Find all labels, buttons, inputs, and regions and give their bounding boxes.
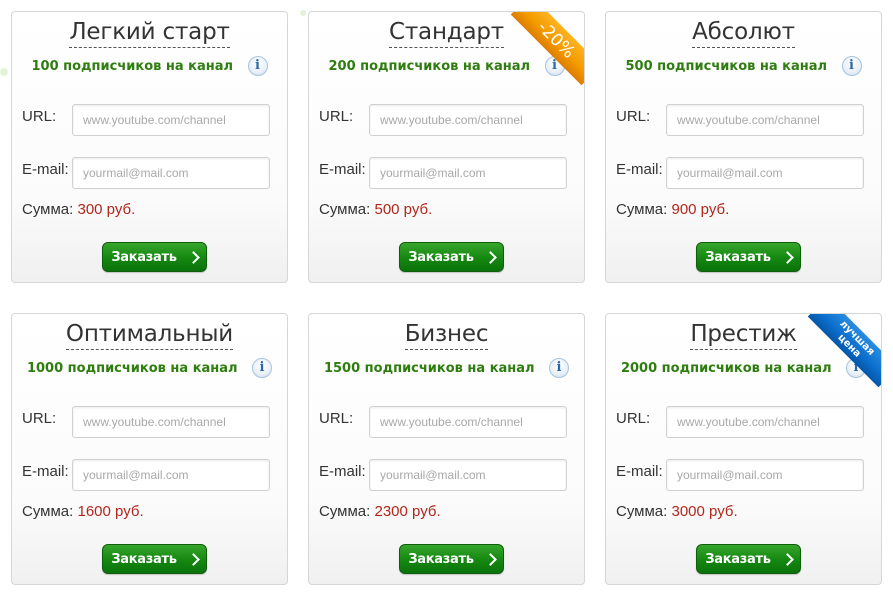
email-label: E-mail: (319, 463, 366, 480)
sum-label: Сумма: (22, 503, 74, 520)
price-value: 3000 руб. (671, 503, 738, 520)
plan-card-light-start: Легкий старт 100 подписчиков на канал i … (11, 11, 288, 283)
order-button[interactable]: Заказать (102, 544, 207, 574)
plan-card-prestige: Престиж 2000 подписчиков на канал i URL:… (605, 313, 882, 585)
email-label: E-mail: (22, 161, 69, 178)
plan-card-optimal: Оптимальный 1000 подписчиков на канал i … (11, 313, 288, 585)
sum-label: Сумма: (616, 201, 668, 218)
email-input[interactable] (72, 459, 270, 491)
info-icon[interactable]: i (252, 358, 273, 378)
info-icon[interactable]: i (247, 56, 268, 76)
price-value: 300 руб. (77, 201, 136, 218)
order-button-label: Заказать (408, 551, 474, 567)
price-value: 500 руб. (374, 201, 433, 218)
url-input[interactable] (72, 104, 270, 136)
url-label: URL: (616, 108, 651, 125)
plan-card-business: Бизнес 1500 подписчиков на канал i URL: … (308, 313, 585, 585)
sum-row: Сумма: 1600 руб. (22, 503, 144, 520)
email-input[interactable] (369, 157, 567, 189)
price-value: 2300 руб. (374, 503, 441, 520)
decorative-dot (0, 68, 8, 76)
plan-title[interactable]: Легкий старт (69, 18, 230, 48)
price-value: 1600 руб. (77, 503, 144, 520)
order-button[interactable]: Заказать (696, 544, 801, 574)
order-button-label: Заказать (705, 249, 771, 265)
url-label: URL: (319, 108, 354, 125)
plan-card-absolute: Абсолют 500 подписчиков на канал i URL: … (605, 11, 882, 283)
chevron-right-icon (186, 552, 200, 566)
sum-row: Сумма: 900 руб. (616, 201, 729, 218)
subscribers-row: 100 подписчиков на канал i (12, 56, 287, 76)
order-button[interactable]: Заказать (102, 242, 207, 272)
price-value: 900 руб. (671, 201, 730, 218)
url-label: URL: (319, 410, 354, 427)
subscribers-count: 2000 подписчиков на канал (620, 360, 832, 376)
chevron-right-icon (483, 552, 497, 566)
plan-title[interactable]: Абсолют (692, 18, 795, 48)
sum-row: Сумма: 3000 руб. (616, 503, 738, 520)
order-button[interactable]: Заказать (399, 544, 504, 574)
email-input[interactable] (369, 459, 567, 491)
subscribers-row: 500 подписчиков на канал i (606, 56, 881, 76)
email-label: E-mail: (616, 463, 663, 480)
order-button-label: Заказать (111, 249, 177, 265)
chevron-right-icon (186, 250, 200, 264)
plan-title[interactable]: Оптимальный (65, 320, 233, 350)
sum-label: Сумма: (319, 503, 371, 520)
subscribers-count: 1500 подписчиков на канал (323, 360, 535, 376)
subscribers-row: 200 подписчиков на канал i (309, 56, 584, 76)
subscribers-count: 500 подписчиков на канал (625, 58, 828, 74)
email-input[interactable] (72, 157, 270, 189)
chevron-right-icon (483, 250, 497, 264)
chevron-right-icon (780, 250, 794, 264)
sum-row: Сумма: 300 руб. (22, 201, 135, 218)
sum-label: Сумма: (616, 503, 668, 520)
chevron-right-icon (780, 552, 794, 566)
url-input[interactable] (369, 406, 567, 438)
plan-title[interactable]: Престиж (690, 320, 797, 350)
plan-title-wrap: Бизнес (309, 320, 584, 350)
plan-title-wrap: Абсолют (606, 18, 881, 48)
sum-label: Сумма: (319, 201, 371, 218)
order-button-label: Заказать (111, 551, 177, 567)
plan-card-standard: Стандарт 200 подписчиков на канал i URL:… (308, 11, 585, 283)
sum-label: Сумма: (22, 201, 74, 218)
pricing-grid: Легкий старт 100 подписчиков на канал i … (11, 11, 882, 585)
info-icon[interactable]: i (549, 358, 570, 378)
subscribers-row: 2000 подписчиков на канал i (606, 358, 881, 378)
order-button[interactable]: Заказать (696, 242, 801, 272)
sum-row: Сумма: 500 руб. (319, 201, 432, 218)
order-button[interactable]: Заказать (399, 242, 504, 272)
order-button-label: Заказать (705, 551, 771, 567)
url-input[interactable] (369, 104, 567, 136)
url-label: URL: (616, 410, 651, 427)
plan-title[interactable]: Стандарт (389, 18, 504, 48)
subscribers-count: 1000 подписчиков на канал (26, 360, 238, 376)
url-input[interactable] (666, 406, 864, 438)
url-label: URL: (22, 410, 57, 427)
email-input[interactable] (666, 459, 864, 491)
email-label: E-mail: (22, 463, 69, 480)
subscribers-count: 100 подписчиков на канал (31, 58, 234, 74)
url-label: URL: (22, 108, 57, 125)
url-input[interactable] (666, 104, 864, 136)
email-label: E-mail: (616, 161, 663, 178)
order-button-label: Заказать (408, 249, 474, 265)
email-input[interactable] (666, 157, 864, 189)
subscribers-count: 200 подписчиков на канал (328, 58, 531, 74)
plan-title[interactable]: Бизнес (404, 320, 488, 350)
url-input[interactable] (72, 406, 270, 438)
info-icon[interactable]: i (841, 56, 862, 76)
subscribers-row: 1000 подписчиков на канал i (12, 358, 287, 378)
subscribers-row: 1500 подписчиков на канал i (309, 358, 584, 378)
plan-title-wrap: Оптимальный (12, 320, 287, 350)
sum-row: Сумма: 2300 руб. (319, 503, 441, 520)
email-label: E-mail: (319, 161, 366, 178)
plan-title-wrap: Легкий старт (12, 18, 287, 48)
